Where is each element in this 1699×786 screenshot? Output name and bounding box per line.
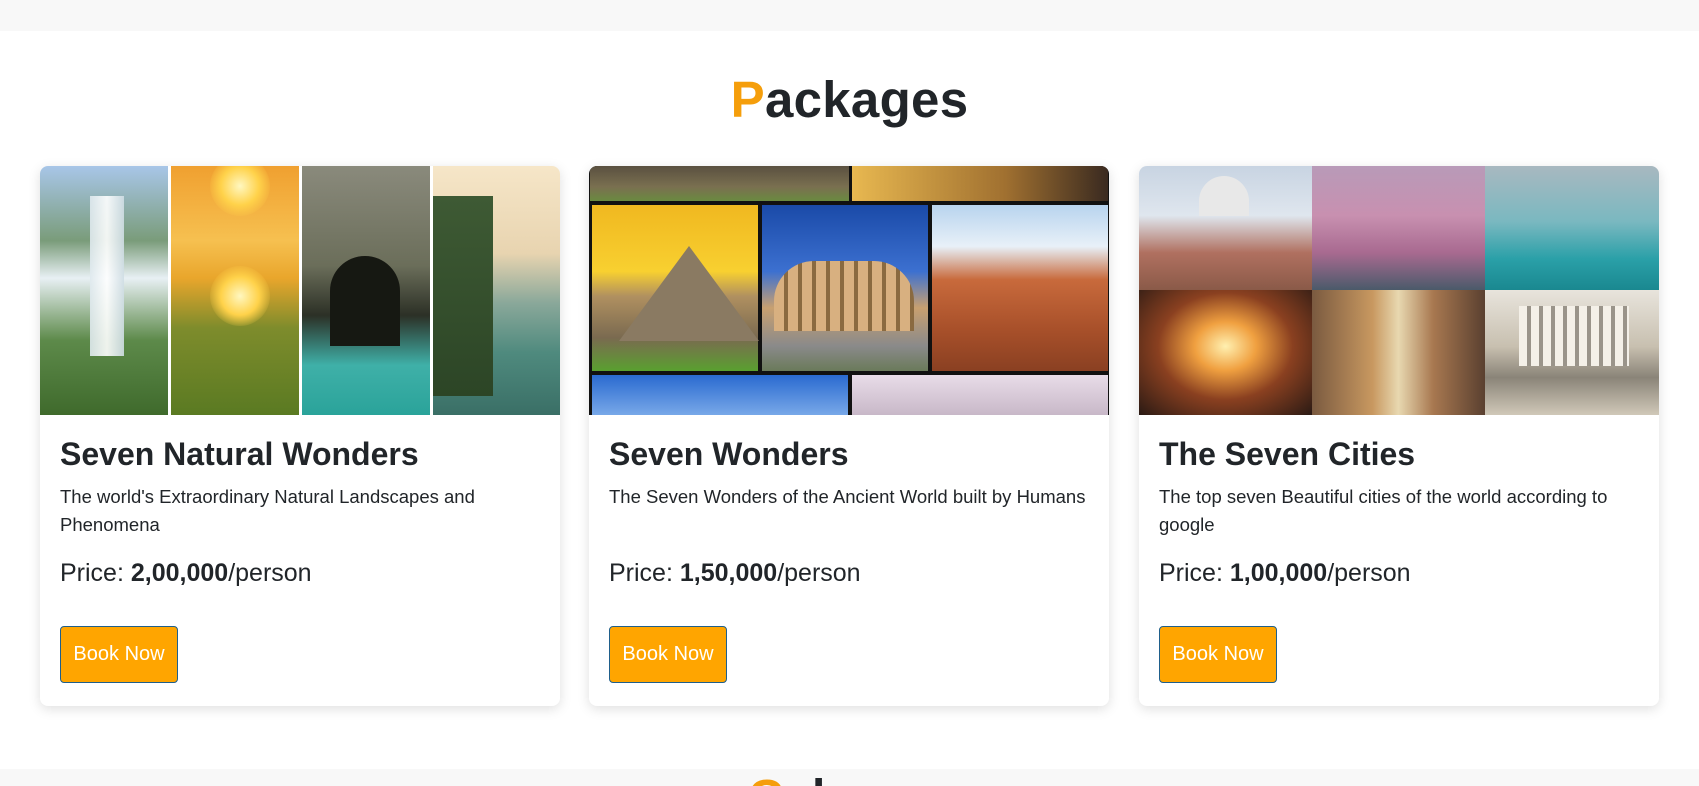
package-title: The Seven Cities [1159,436,1416,472]
seven-cities-collage-image [1139,166,1659,415]
seven-wonders-collage-image [589,166,1109,415]
next-heading-accent-letter: G [748,771,785,786]
package-description: The top seven Beautiful cities of the wo… [1159,486,1608,536]
package-description: The world's Extraordinary Natural Landsc… [60,486,475,536]
heading-rest: ackages [764,71,969,128]
book-now-button[interactable]: Book Now [1159,626,1277,684]
package-card-seven-wonders: Seven Wonders The Seven Wonders of the A… [589,166,1109,706]
previous-section-strip [0,0,1699,31]
price-unit: /person [228,559,312,588]
book-now-button[interactable]: Book Now [609,626,727,684]
price-unit: /person [777,559,861,588]
price-label: Price: [609,559,680,588]
price-label: Price: [60,559,131,588]
next-section-strip: Gal [0,769,1699,786]
packages-heading: Packages [0,70,1699,129]
next-section-heading: Gal [748,774,825,786]
package-card-seven-cities: The Seven Cities The top seven Beautiful… [1139,166,1659,706]
package-description: The Seven Wonders of the Ancient World b… [609,486,1086,508]
natural-wonders-collage-image [40,166,560,415]
price-value: 2,00,000 [130,559,229,588]
book-now-button[interactable]: Book Now [60,626,178,684]
price-value: 1,00,000 [1229,559,1328,588]
heading-accent-letter: P [730,71,765,128]
package-price: Price: 1,50,000/person [609,559,1089,588]
price-value: 1,50,000 [679,559,778,588]
package-price: Price: 1,00,000/person [1159,559,1639,588]
price-label: Price: [1159,559,1230,588]
package-price: Price: 2,00,000/person [60,559,540,588]
price-unit: /person [1327,559,1411,588]
next-heading-rest: al [785,771,825,786]
package-card-natural-wonders: Seven Natural Wonders The world's Extrao… [40,166,560,706]
package-title: Seven Natural Wonders [60,436,419,472]
package-title: Seven Wonders [609,436,849,472]
